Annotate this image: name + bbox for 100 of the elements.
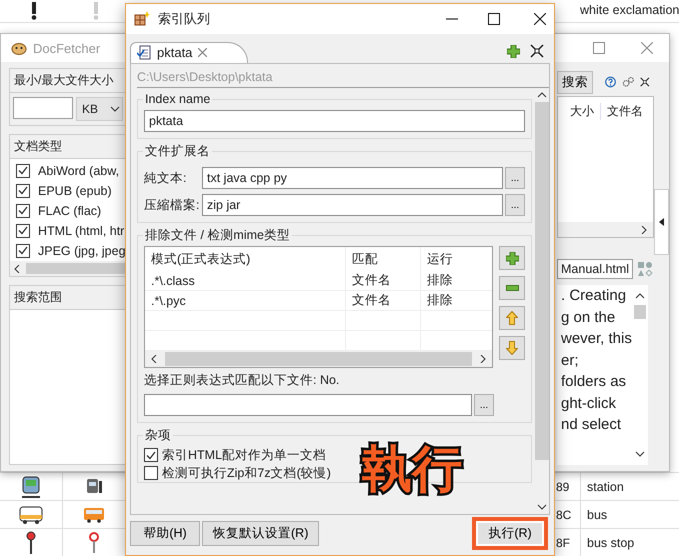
window-title: DocFetcher xyxy=(33,40,100,56)
chevron-down-icon xyxy=(635,451,645,457)
checkmark-icon xyxy=(18,186,28,195)
table-cell: station xyxy=(580,473,624,500)
table-cell: bus stop xyxy=(580,529,634,556)
checkbox[interactable] xyxy=(144,448,158,462)
table-cell: .*\.pyc xyxy=(145,291,346,310)
move-down-button[interactable] xyxy=(499,336,525,360)
browse-button[interactable]: ... xyxy=(505,194,525,216)
dialog-button[interactable]: 帮助(H) xyxy=(130,521,200,546)
preview-text-line: ght-click xyxy=(561,394,618,414)
chevron-left-icon xyxy=(151,355,157,363)
chevron-right-icon xyxy=(641,226,647,234)
clipboard-check-icon xyxy=(137,45,151,60)
extensions-field[interactable]: zip jar xyxy=(202,194,503,216)
file-name-field: Manual.html xyxy=(557,259,634,279)
exclamation-icon xyxy=(30,2,38,20)
file-type-label: FLAC (flac) xyxy=(38,204,102,218)
folder-path: C:\Users\Desktop\pktata xyxy=(137,66,549,88)
table-cell-text: 排除 xyxy=(426,272,454,289)
table-cell-text: 8F xyxy=(556,536,572,550)
table-cell-text: 排除 xyxy=(426,292,454,309)
unit-dropdown[interactable]: KB xyxy=(76,97,123,121)
field-label: 純文本: xyxy=(144,170,188,186)
table-cell: bus xyxy=(580,501,608,528)
column-header[interactable]: 大小 xyxy=(558,102,601,120)
test-file-field[interactable] xyxy=(144,394,472,416)
collapse-icon[interactable] xyxy=(530,44,544,58)
move-up-button[interactable] xyxy=(499,306,525,330)
column-header[interactable]: 匹配 xyxy=(346,247,421,271)
checkbox[interactable] xyxy=(16,204,30,218)
index-name-field[interactable]: pktata xyxy=(144,110,525,132)
file-type-label: HTML (html, htr xyxy=(38,224,124,238)
file-type-label: EPUB (epub) xyxy=(38,184,112,198)
group-title: Index name xyxy=(144,92,212,106)
field-label: 压縮檔案: xyxy=(144,196,200,214)
column-header[interactable]: 运行 xyxy=(421,247,492,271)
preview-text-line: g on the xyxy=(561,308,616,328)
shapes-icon[interactable] xyxy=(637,261,654,277)
help-icon[interactable] xyxy=(605,74,616,90)
plus-icon xyxy=(506,252,518,264)
preview-text-line: folders as xyxy=(561,372,628,392)
chevron-down-icon xyxy=(110,106,120,112)
tab[interactable]: pktata xyxy=(130,42,248,63)
preview-text-line: er; xyxy=(561,350,580,370)
checkbox[interactable] xyxy=(16,164,30,178)
arrow-down-icon xyxy=(506,341,518,355)
dialog-button[interactable]: 恢复默认设置(R) xyxy=(202,521,320,546)
maximize-icon[interactable] xyxy=(488,13,500,25)
bus-icon xyxy=(19,504,43,524)
table-cell: 文件名 xyxy=(346,291,421,310)
table-cell: white exclamation xyxy=(580,3,679,17)
checkbox[interactable] xyxy=(144,466,158,480)
bus-stop-icon xyxy=(88,532,100,554)
checkmark-icon xyxy=(18,206,28,215)
exclamation-icon xyxy=(92,2,100,20)
search-button[interactable]: 搜索 xyxy=(557,70,593,94)
sash-handle[interactable] xyxy=(654,188,669,254)
preview-text-line: nd select xyxy=(561,415,622,435)
browse-button[interactable]: ... xyxy=(505,167,525,189)
checkmark-icon xyxy=(18,246,28,255)
plus-icon[interactable] xyxy=(507,44,520,58)
table-cell-text: 8C xyxy=(556,508,572,522)
browse-button[interactable]: ... xyxy=(474,394,494,416)
group-title: 杂项 xyxy=(144,427,172,444)
checkbox[interactable] xyxy=(16,224,30,238)
preview-text-line: wever, this xyxy=(561,329,632,349)
column-header[interactable]: 模式(正式表达式) xyxy=(145,247,346,271)
column-header[interactable]: 文件名 xyxy=(601,102,643,120)
checkmark-icon xyxy=(146,450,156,460)
table-cell: 文件名 xyxy=(346,271,421,290)
file-type-label: AbiWord (abw, xyxy=(38,164,120,178)
close-icon[interactable] xyxy=(534,13,546,25)
chevron-right-icon xyxy=(480,355,486,363)
checkbox[interactable] xyxy=(16,244,30,258)
dialog-button[interactable]: 执行(R) xyxy=(472,517,548,550)
bus-stop-icon xyxy=(24,530,38,554)
train-icon xyxy=(20,476,42,498)
bus-icon xyxy=(83,506,105,522)
group-title: 文件扩展名 xyxy=(144,143,211,160)
checkbox[interactable] xyxy=(16,184,30,198)
horizontal-scrollbar[interactable] xyxy=(145,351,492,367)
chevron-up-icon xyxy=(635,293,645,299)
chevron-left-icon xyxy=(14,264,20,272)
horizontal-scrollbar[interactable] xyxy=(558,222,653,237)
preview-text-line: . Creating xyxy=(561,286,628,306)
remove-button[interactable] xyxy=(499,276,525,300)
triangle-left-icon xyxy=(659,218,664,226)
table-cell-text: 89 xyxy=(556,480,570,494)
checkmark-icon xyxy=(18,166,28,175)
scrollbar-thumb[interactable] xyxy=(634,305,646,319)
size-input-field[interactable] xyxy=(13,97,73,119)
collapse-icon[interactable] xyxy=(640,75,650,89)
group-title: 排除文件 / 检测mime类型 xyxy=(144,227,291,244)
window-title: 索引队列 xyxy=(158,10,210,28)
minus-icon xyxy=(506,285,518,291)
extensions-field[interactable]: txt java cpp py xyxy=(202,167,503,189)
chevron-up-icon xyxy=(536,92,546,98)
checkmark-icon xyxy=(18,226,28,235)
add-button[interactable] xyxy=(499,246,525,270)
